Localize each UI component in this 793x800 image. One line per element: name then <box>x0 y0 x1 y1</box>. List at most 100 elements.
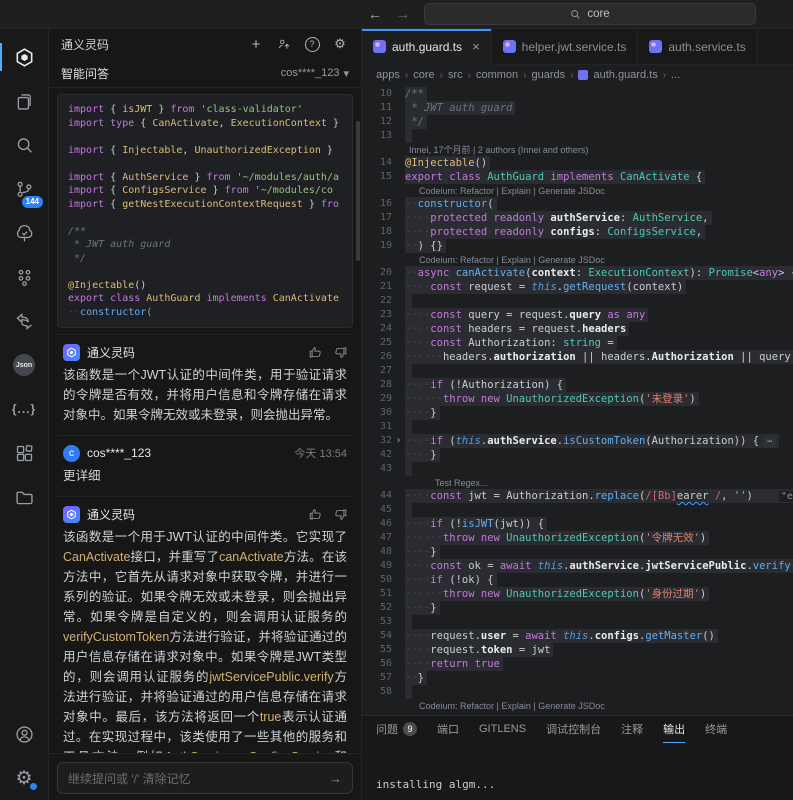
breadcrumb-item[interactable]: src <box>448 69 463 81</box>
code-line[interactable]: 49····const ok = await this.authService.… <box>362 559 793 573</box>
code-line[interactable]: 13 <box>362 129 793 143</box>
breadcrumb-item[interactable]: common <box>476 69 518 81</box>
code-line[interactable]: 57··} <box>362 671 793 685</box>
source-control-icon[interactable]: 144 <box>0 167 48 211</box>
back-arrow-icon[interactable]: ← <box>368 7 382 21</box>
tab-debug-console[interactable]: 调试控制台 <box>546 716 601 743</box>
codelens-blame[interactable]: Innei, 17个月前 | 2 authors (Innei and othe… <box>362 143 793 156</box>
codelens-codeium[interactable]: Codeium: Refactor | Explain | Generate J… <box>362 253 793 266</box>
help-icon[interactable]: ? <box>303 35 321 53</box>
breadcrumb-item-file[interactable]: auth.guard.ts <box>593 69 657 81</box>
new-chat-icon[interactable]: + <box>247 35 265 53</box>
code-line[interactable]: 16··constructor( <box>362 197 793 211</box>
thumbs-up-icon[interactable] <box>309 508 322 521</box>
approval-tree-icon[interactable] <box>0 211 48 255</box>
code-line[interactable]: 23····const query = request.query as any <box>362 308 793 322</box>
close-icon[interactable]: × <box>472 39 480 54</box>
thumbs-down-icon[interactable] <box>334 346 347 359</box>
tab-gitlens[interactable]: GITLENS <box>479 716 526 743</box>
line-number: 43 <box>362 462 392 476</box>
tab-comments[interactable]: 注释 <box>621 716 643 743</box>
code-line[interactable]: 15export class AuthGuard implements CanA… <box>362 170 793 184</box>
send-icon[interactable]: → <box>329 771 342 786</box>
tongyi-lingma-icon[interactable] <box>0 35 48 79</box>
chat-settings-icon[interactable]: ⚙ <box>331 35 349 53</box>
forward-arrow-icon[interactable]: → <box>396 7 410 21</box>
thumbs-down-icon[interactable] <box>334 508 347 521</box>
breadcrumb-item-more[interactable]: ... <box>671 69 680 81</box>
code-line[interactable]: 43 <box>362 462 793 476</box>
code-line[interactable]: 32›····if (this.authService.isCustomToke… <box>362 434 793 448</box>
code-line[interactable]: 52····} <box>362 601 793 615</box>
codelens-regex[interactable]: Test Regex... <box>362 476 793 489</box>
account-icon[interactable] <box>0 712 48 756</box>
code-line[interactable]: 51······throw new UnauthorizedException(… <box>362 587 793 601</box>
typescript-icon <box>649 40 662 53</box>
tab-terminal[interactable]: 终端 <box>705 716 727 743</box>
fold-chevron-icon[interactable]: › <box>392 434 405 448</box>
code-line[interactable]: 48····} <box>362 545 793 559</box>
extensions-icon[interactable] <box>0 431 48 475</box>
code-line[interactable]: 31 <box>362 420 793 434</box>
tab-helper-jwt-service[interactable]: helper.jwt.service.ts <box>492 29 639 64</box>
folder-icon[interactable] <box>0 475 48 519</box>
codelens-codeium[interactable]: Codeium: Refactor | Explain | Generate J… <box>362 699 793 712</box>
dots-grid-icon[interactable] <box>0 255 48 299</box>
settings-gear-icon[interactable]: ⚙ <box>0 756 48 800</box>
thumbs-up-icon[interactable] <box>309 346 322 359</box>
code-line[interactable]: 19··) {} <box>362 239 793 253</box>
code-line[interactable]: 56····return true <box>362 657 793 671</box>
inline-code-term: CanActivate <box>63 550 130 564</box>
chat-input[interactable]: 继续提问或 '/' 清除记忆 → <box>57 762 353 794</box>
code-line[interactable]: 54····request.user = await this.configs.… <box>362 629 793 643</box>
code-line[interactable]: 28····if (!Authorization) { <box>362 378 793 392</box>
code-line[interactable]: 44····const jwt = Authorization.replace(… <box>362 489 793 503</box>
braces-icon[interactable]: {...} <box>0 387 48 431</box>
code-line[interactable]: 29······throw new UnauthorizedException(… <box>362 392 793 406</box>
tab-output[interactable]: 输出 <box>663 716 685 743</box>
code-line[interactable]: 24····const headers = request.headers <box>362 322 793 336</box>
account-switcher[interactable]: cos****_123▾ <box>281 67 349 80</box>
code-line[interactable]: 30····} <box>362 406 793 420</box>
code-line[interactable]: 20··async canActivate(context: Execution… <box>362 266 793 280</box>
code-line[interactable]: 42····} <box>362 448 793 462</box>
breadcrumb-item[interactable]: core <box>413 69 434 81</box>
code-line[interactable]: 55····request.token = jwt <box>362 643 793 657</box>
code-line[interactable]: 14@Injectable() <box>362 156 793 170</box>
code-line[interactable]: 11 * JWT auth guard <box>362 101 793 115</box>
tab-problems[interactable]: 问题9 <box>376 716 417 743</box>
share-icon[interactable] <box>275 35 293 53</box>
tab-auth-guard[interactable]: auth.guard.ts × <box>362 29 492 65</box>
code-editor[interactable]: 10/**11 * JWT auth guard12 */13Innei, 17… <box>362 85 793 715</box>
code-line[interactable]: 58 <box>362 685 793 699</box>
code-line[interactable]: 27 <box>362 364 793 378</box>
code-line[interactable]: 53 <box>362 615 793 629</box>
chat-panel-scrollbar[interactable] <box>356 121 360 261</box>
breadcrumb-item[interactable]: apps <box>376 69 400 81</box>
code-line[interactable]: 50····if (!ok) { <box>362 573 793 587</box>
code-line[interactable]: 22 <box>362 294 793 308</box>
tab-auth-service[interactable]: auth.service.ts <box>638 29 757 64</box>
code-line[interactable]: 47······throw new UnauthorizedException(… <box>362 531 793 545</box>
chat-scroll-area[interactable]: import { isJWT } from 'class-validator'i… <box>49 88 361 753</box>
code-line[interactable]: 45 <box>362 503 793 517</box>
references-icon[interactable] <box>0 299 48 343</box>
breadcrumb-item[interactable]: guards <box>532 69 566 81</box>
code-line[interactable]: 18····protected readonly configs: Config… <box>362 225 793 239</box>
line-number: 26 <box>362 350 392 364</box>
code-line[interactable]: 46····if (!isJWT(jwt)) { <box>362 517 793 531</box>
chat-code-line: ··constructor( <box>68 306 342 320</box>
line-number: 31 <box>362 420 392 434</box>
explorer-icon[interactable] <box>0 79 48 123</box>
command-center-search[interactable]: core <box>424 3 756 25</box>
code-line[interactable]: 10/** <box>362 87 793 101</box>
code-line[interactable]: 21····const request = this.getRequest(co… <box>362 280 793 294</box>
search-sidebar-icon[interactable] <box>0 123 48 167</box>
codelens-codeium[interactable]: Codeium: Refactor | Explain | Generate J… <box>362 184 793 197</box>
json-icon[interactable]: Json <box>0 343 48 387</box>
code-line[interactable]: 26······headers.authorization || headers… <box>362 350 793 364</box>
code-line[interactable]: 17····protected readonly authService: Au… <box>362 211 793 225</box>
tab-ports[interactable]: 端口 <box>437 716 459 743</box>
code-line[interactable]: 12 */ <box>362 115 793 129</box>
code-line[interactable]: 25····const Authorization: string = <box>362 336 793 350</box>
